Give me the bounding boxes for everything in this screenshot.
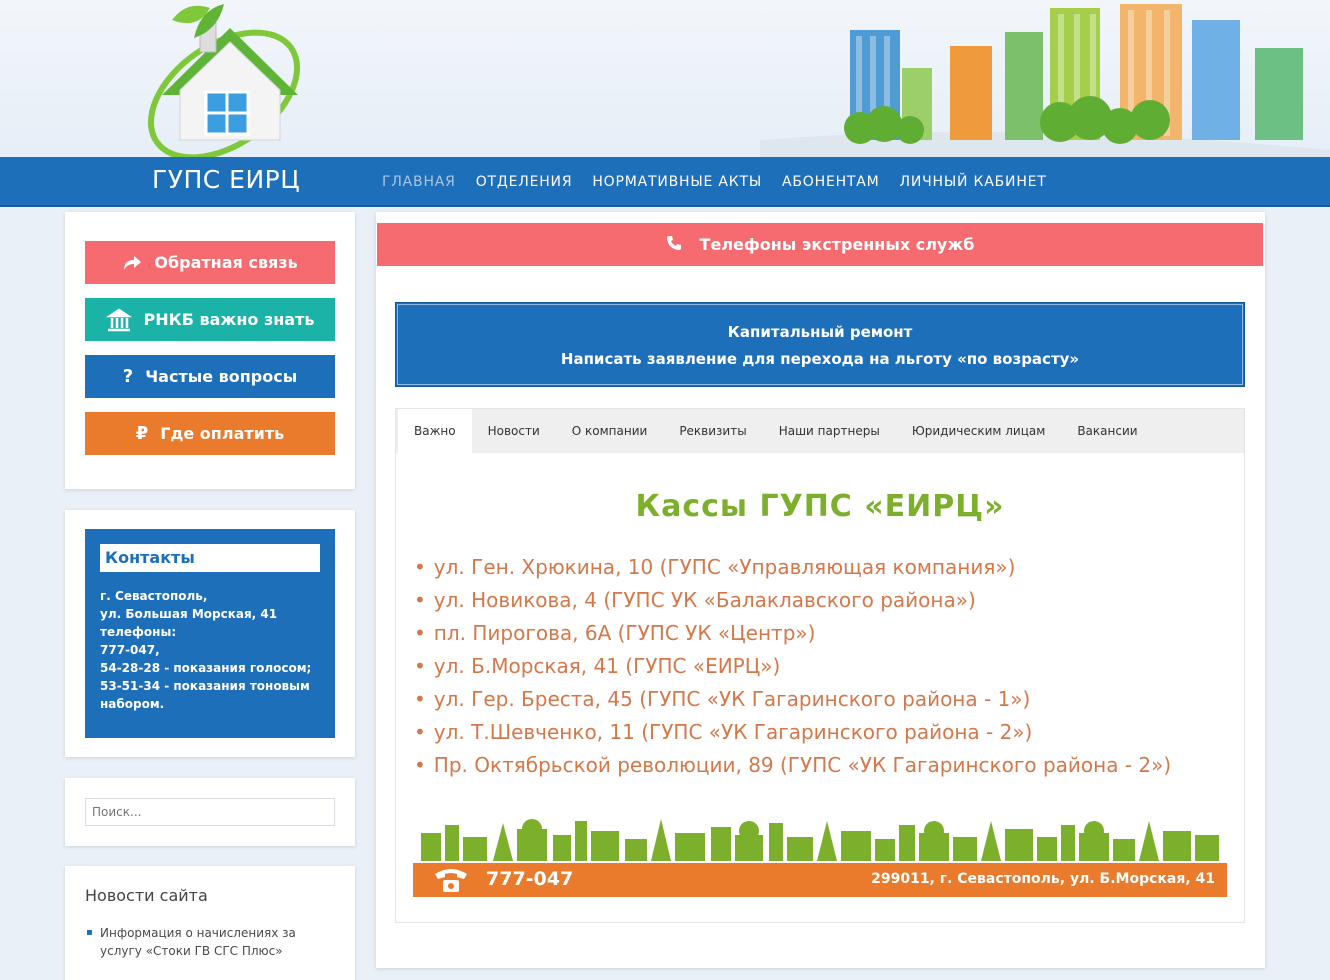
nav-subscribers[interactable]: АБОНЕНТАМ (782, 174, 880, 190)
list-item: ул. Ген. Хрюкина, 10 (ГУПС «Управляющая … (414, 551, 1171, 584)
news-item-link[interactable]: Информация о начислениях за услугу «Сток… (86, 924, 310, 960)
capital-repair-link[interactable]: Капитальный ремонт (396, 319, 1244, 346)
list-item: ул. Новикова, 4 (ГУПС УК «Балаклавского … (414, 584, 1171, 617)
contact-line: ул. Большая Морская, 41 (100, 607, 278, 621)
sidebar-buttons-panel: Обратная связь РНКБ важно знать ? Частые… (65, 212, 355, 489)
search-panel (65, 778, 355, 846)
tab-partners[interactable]: Наши партнеры (763, 409, 896, 453)
search-input[interactable] (85, 798, 335, 826)
telephone-icon (431, 866, 471, 898)
list-item: ул. Б.Морская, 41 (ГУПС «ЕИРЦ») (414, 650, 1171, 683)
tab-about[interactable]: О компании (556, 409, 664, 453)
contacts-text: г. Севастополь, ул. Большая Морская, 41 … (100, 587, 311, 713)
banner-address: 299011, г. Севастополь, ул. Б.Морская, 4… (871, 871, 1215, 887)
tab-legal-entities[interactable]: Юридическим лицам (896, 409, 1062, 453)
main-nav: ГЛАВНАЯ ОТДЕЛЕНИЯ НОРМАТИВНЫЕ АКТЫ АБОНЕ… (382, 174, 1067, 190)
city-skyline-illustration (760, 4, 1330, 158)
site-brand[interactable]: ГУПС ЕИРЦ (152, 165, 300, 194)
contact-line: г. Севастополь, (100, 589, 208, 603)
phone-icon (666, 235, 682, 255)
list-item: пл. Пирогова, 6А (ГУПС УК «Центр») (414, 617, 1171, 650)
contact-line: набором. (100, 697, 165, 711)
contact-banner: 777-047 299011, г. Севастополь, ул. Б.Мо… (413, 811, 1227, 904)
tab-bar: Важно Новости О компании Реквизиты Наши … (396, 409, 1244, 453)
cash-desks-title: Кассы ГУПС «ЕИРЦ» (635, 489, 1005, 524)
emergency-phones-button[interactable]: Телефоны экстренных служб (377, 223, 1263, 266)
nav-personal-account[interactable]: ЛИЧНЫЙ КАБИНЕТ (900, 174, 1047, 190)
tabs-container: Важно Новости О компании Реквизиты Наши … (395, 408, 1245, 923)
site-news-panel: Новости сайта Информация о начислениях з… (65, 866, 355, 980)
list-item: ул. Т.Шевченко, 11 (ГУПС «УК Гагаринског… (414, 716, 1171, 749)
list-item: Пр. Октябрьской революции, 89 (ГУПС «УК … (414, 749, 1171, 782)
contact-line: 53-51-34 - показания тоновым (100, 679, 310, 693)
feedback-button[interactable]: Обратная связь (85, 241, 335, 284)
rnkb-label: РНКБ важно знать (143, 310, 315, 329)
bank-icon (105, 307, 132, 332)
list-item: ул. Гер. Бреста, 45 (ГУПС «УК Гагаринско… (414, 683, 1171, 716)
faq-button[interactable]: ? Частые вопросы (85, 355, 335, 398)
main-content: Телефоны экстренных служб Капитальный ре… (376, 212, 1265, 968)
cash-desks-list: ул. Ген. Хрюкина, 10 (ГУПС «Управляющая … (414, 551, 1171, 782)
contacts-box: Контакты г. Севастополь, ул. Большая Мор… (85, 529, 335, 738)
where-to-pay-button[interactable]: ₽ Где оплатить (85, 412, 335, 455)
age-benefit-link[interactable]: Написать заявление для перехода на льгот… (396, 346, 1244, 373)
tab-requisites[interactable]: Реквизиты (663, 409, 762, 453)
nav-home[interactable]: ГЛАВНАЯ (382, 174, 456, 190)
tab-important[interactable]: Важно (398, 409, 472, 453)
nav-branches[interactable]: ОТДЕЛЕНИЯ (476, 174, 573, 190)
tab-vacancies[interactable]: Вакансии (1061, 409, 1153, 453)
tab-news[interactable]: Новости (472, 409, 556, 453)
house-logo-icon[interactable] (132, 0, 317, 158)
question-icon: ? (122, 366, 134, 387)
contact-bar: 777-047 299011, г. Севастополь, ул. Б.Мо… (413, 863, 1227, 897)
feedback-label: Обратная связь (154, 253, 298, 272)
city-silhouette-illustration (421, 819, 1219, 861)
contact-line: 777-047, (100, 643, 160, 657)
contact-line: телефоны: (100, 625, 177, 639)
contacts-panel: Контакты г. Севастополь, ул. Большая Мор… (65, 510, 355, 757)
ruble-icon: ₽ (135, 423, 149, 444)
contacts-title: Контакты (100, 544, 320, 572)
nav-regulations[interactable]: НОРМАТИВНЫЕ АКТЫ (592, 174, 762, 190)
emergency-label: Телефоны экстренных служб (699, 235, 975, 254)
main-navbar: ГУПС ЕИРЦ ГЛАВНАЯ ОТДЕЛЕНИЯ НОРМАТИВНЫЕ … (0, 157, 1330, 207)
notice-box: Капитальный ремонт Написать заявление дл… (395, 302, 1245, 387)
where-to-pay-label: Где оплатить (160, 424, 285, 443)
faq-label: Частые вопросы (145, 367, 298, 386)
contact-line: 54-28-28 - показания голосом; (100, 661, 312, 675)
news-title: Новости сайта (85, 886, 208, 905)
banner-phone: 777-047 (486, 868, 574, 890)
share-arrow-icon (122, 255, 142, 271)
rnkb-info-button[interactable]: РНКБ важно знать (85, 298, 335, 341)
